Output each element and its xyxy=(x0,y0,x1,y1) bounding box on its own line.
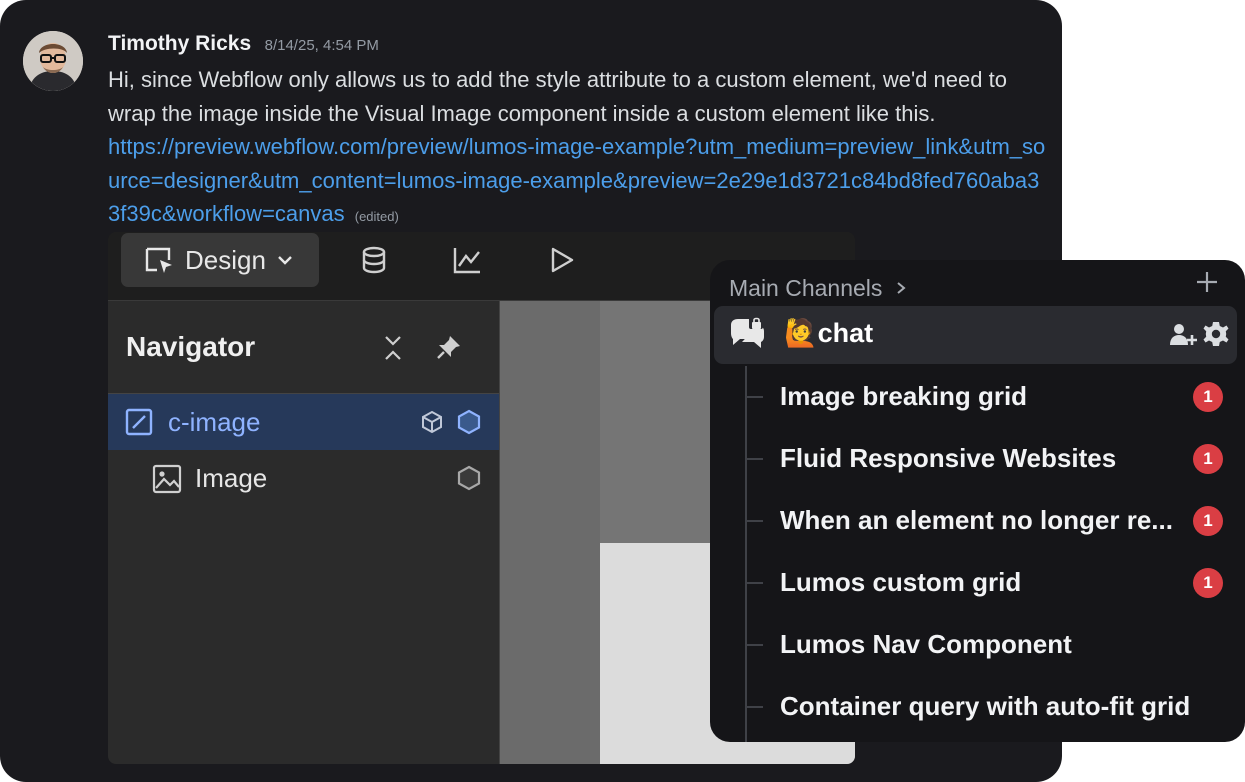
thread-item[interactable]: When an element no longer re... 1 xyxy=(710,496,1245,548)
thread-item[interactable]: Image breaking grid 1 xyxy=(710,372,1245,424)
channel-chat[interactable]: 🙋chat xyxy=(714,306,1237,364)
thread-item[interactable]: Lumos custom grid 1 xyxy=(710,558,1245,610)
author-name[interactable]: Timothy Ricks xyxy=(108,32,251,55)
unread-badge: 1 xyxy=(1193,382,1223,412)
edited-label: (edited) xyxy=(354,209,399,224)
avatar-portrait xyxy=(23,31,83,91)
play-icon[interactable] xyxy=(545,244,577,276)
thread-name: Lumos Nav Component xyxy=(780,629,1072,659)
forum-channel-icon xyxy=(731,317,764,348)
design-mode-button[interactable]: Design xyxy=(121,233,319,287)
collapse-all-icon[interactable] xyxy=(382,333,404,363)
add-member-icon[interactable] xyxy=(1168,321,1198,349)
component-box-icon xyxy=(422,410,442,434)
navigator-title: Navigator xyxy=(126,331,256,362)
thread-item[interactable]: Fluid Responsive Websites 1 xyxy=(710,434,1245,486)
navigator-row-label: c-image xyxy=(168,406,261,437)
cursor-box-icon xyxy=(145,247,172,273)
line-chart-icon[interactable] xyxy=(451,244,483,276)
thread-connector xyxy=(745,520,763,522)
thread-name: When an element no longer re... xyxy=(780,505,1173,535)
thread-name: Lumos custom grid xyxy=(780,567,1022,597)
message-link[interactable]: https://preview.webflow.com/preview/lumo… xyxy=(108,134,1045,226)
pin-icon[interactable] xyxy=(435,333,463,361)
thread-connector xyxy=(745,458,763,460)
channel-name: 🙋chat xyxy=(784,318,874,348)
unread-badge: 1 xyxy=(1193,568,1223,598)
navigator-row-label: Image xyxy=(195,462,268,493)
database-icon[interactable] xyxy=(358,244,390,276)
thread-connector xyxy=(745,644,763,646)
message-content: Hi, since Webflow only allows us to add … xyxy=(108,63,1048,234)
thread-name: Container query with auto-fit grid xyxy=(780,691,1191,721)
chevron-down-icon xyxy=(278,256,292,265)
design-mode-label: Design xyxy=(185,244,266,275)
navigator-header: Navigator xyxy=(108,301,499,394)
user-avatar[interactable] xyxy=(23,31,83,91)
thread-item[interactable]: Container query with auto-fit grid xyxy=(710,682,1245,734)
navigator-row-image[interactable]: Image xyxy=(108,450,499,506)
navigator-panel: Navigator c-image Image xyxy=(108,301,500,764)
unread-badge: 1 xyxy=(1193,444,1223,474)
image-icon xyxy=(152,464,182,494)
gear-icon[interactable] xyxy=(1202,320,1230,348)
message-timestamp[interactable]: 8/14/25, 4:54 PM xyxy=(265,37,379,54)
category-name: Main Channels xyxy=(729,274,883,301)
navigator-row-c-image[interactable]: c-image xyxy=(108,394,499,450)
component-hexagon-icon xyxy=(457,465,481,491)
chevron-right-icon xyxy=(897,282,906,294)
canvas-column xyxy=(500,301,600,764)
channel-category-header[interactable]: Main Channels xyxy=(729,268,1245,308)
thread-name: Image breaking grid xyxy=(780,381,1028,411)
thread-name: Fluid Responsive Websites xyxy=(780,443,1117,473)
thread-connector xyxy=(745,706,763,708)
message-header: Timothy Ricks 8/14/25, 4:54 PM xyxy=(108,32,379,56)
message-text: Hi, since Webflow only allows us to add … xyxy=(108,67,1007,126)
channel-list-panel: Main Channels 🙋chat Image breaking grid … xyxy=(710,260,1245,742)
thread-item[interactable]: Lumos Nav Component xyxy=(710,620,1245,672)
unread-badge: 1 xyxy=(1193,506,1223,536)
screenshot-stage: Timothy Ricks 8/14/25, 4:54 PM Hi, since… xyxy=(0,0,1245,782)
add-channel-icon[interactable] xyxy=(1195,270,1219,294)
thread-connector xyxy=(745,582,763,584)
thread-connector xyxy=(745,396,763,398)
custom-element-icon xyxy=(125,408,153,436)
component-hexagon-icon xyxy=(457,409,481,435)
